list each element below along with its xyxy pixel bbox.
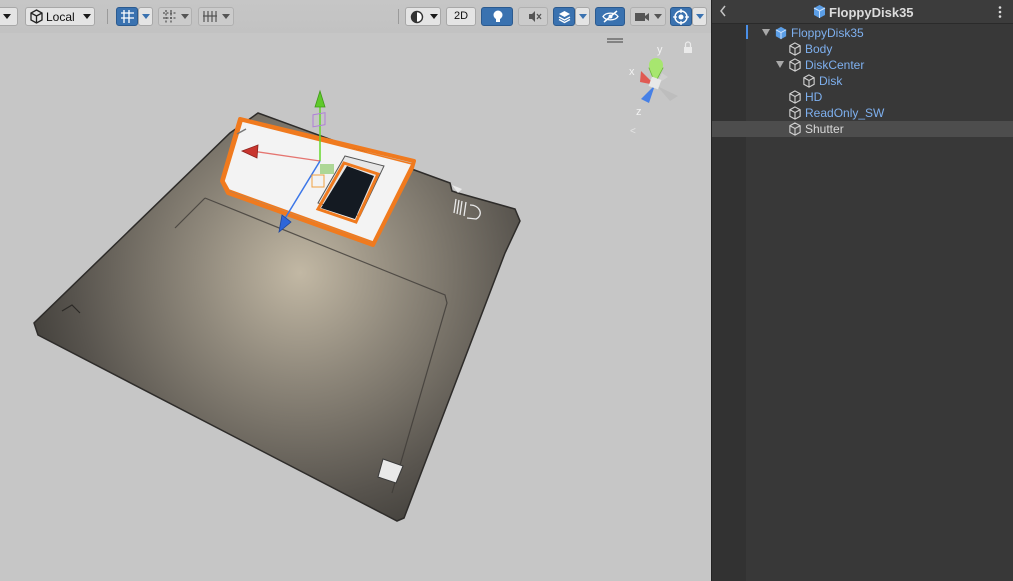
gameobject-cube-icon [788,58,802,72]
persp-label: < [630,126,636,137]
gizmo-x-label: x [629,66,635,78]
grid-snap-dropdown[interactable] [138,7,153,26]
gizmo-y-label: y [657,44,663,56]
gizmo-z-label: z [636,106,642,118]
prefab-title: FloppyDisk35 [829,5,914,20]
scene-view[interactable]: Local 2D y x z < [0,0,711,581]
gameobject-cube-icon [788,122,802,136]
shading-sphere-icon [410,10,424,27]
lock-icon[interactable] [684,41,692,53]
grid-snap-toggle[interactable] [116,7,138,26]
effects-toggle[interactable] [553,7,575,26]
back-chevron-icon[interactable] [718,4,728,21]
hierarchy-item-shutter[interactable]: Shutter [712,121,1013,137]
hierarchy-item-body[interactable]: Body [712,41,1013,57]
gameobject-cube-icon [802,74,816,88]
prefab-header: FloppyDisk35 [712,0,1013,24]
2d-mode-toggle[interactable]: 2D [446,7,476,26]
audio-toggle[interactable] [518,7,548,26]
eye-hidden-icon [602,9,619,27]
pivot-rotation-dropdown[interactable]: Local [25,7,95,26]
effects-dropdown[interactable] [575,7,590,26]
gameobject-cube-icon [788,42,802,56]
lightbulb-icon [491,9,505,27]
hierarchy-item-label: Disk [819,74,843,88]
hierarchy-item-diskcenter[interactable]: DiskCenter [712,57,1013,73]
gizmos-toggle[interactable] [670,7,692,26]
more-options-icon[interactable] [998,6,1002,21]
hierarchy-item-hd[interactable]: HD [712,89,1013,105]
grid-icon [202,9,218,27]
layers-icon [557,9,572,27]
2d-mode-label: 2D [454,10,469,22]
hierarchy-item-label: ReadOnly_SW [805,106,885,120]
hierarchy-item-label: Body [805,42,833,56]
increment-snap-icon [162,9,177,27]
pivot-rotation-label: Local [46,10,75,24]
prefab-cube-icon [774,26,788,40]
hierarchy-panel: FloppyDisk35 FloppyDisk35 Body DiskCente… [711,0,1013,581]
draw-mode-dropdown[interactable] [405,7,441,26]
gizmo-globe-icon [673,9,689,28]
expand-arrow-icon[interactable] [762,29,770,36]
hierarchy-item-label: FloppyDisk35 [791,26,864,40]
gameobject-cube-icon [788,90,802,104]
local-cube-icon [29,9,44,27]
speaker-muted-icon [527,9,542,27]
prefab-cube-icon [812,4,827,22]
scene-viewport[interactable]: y x z < [0,33,711,581]
scene-visibility-toggle[interactable] [595,7,625,26]
scene-camera-dropdown[interactable] [630,7,666,26]
hierarchy-item-label: Shutter [805,122,844,136]
increment-snap-button[interactable] [158,7,192,26]
gizmos-dropdown[interactable] [692,7,707,26]
pivot-dropdown[interactable] [0,7,18,26]
hierarchy-item-readonly-sw[interactable]: ReadOnly_SW [712,105,1013,121]
grid-visibility-button[interactable] [198,7,234,26]
hierarchy-item-label: HD [805,90,823,104]
hierarchy-item-label: DiskCenter [805,58,865,72]
hierarchy-item-disk[interactable]: Disk [712,73,1013,89]
grid-snap-icon [120,9,135,27]
gameobject-cube-icon [788,106,802,120]
lighting-toggle[interactable] [481,7,513,26]
expand-arrow-icon[interactable] [776,61,784,68]
overlay-menu-icon[interactable] [607,38,623,43]
hierarchy-item-floppydisk35[interactable]: FloppyDisk35 [712,25,1013,41]
orientation-gizmo[interactable]: y x z < [607,38,692,137]
scene-toolbar: Local 2D [0,0,711,33]
camera-icon [634,9,650,27]
